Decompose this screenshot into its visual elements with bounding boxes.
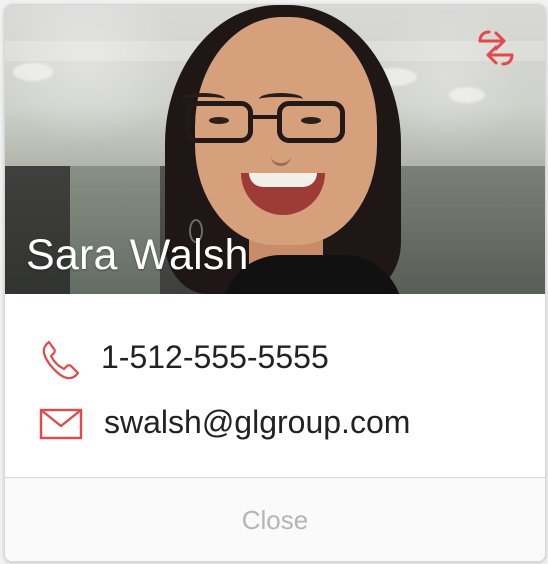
teeth — [249, 173, 317, 187]
left-eye — [209, 117, 229, 124]
glasses-bridge — [250, 115, 280, 119]
card-footer: Close — [5, 477, 545, 561]
mail-icon — [36, 399, 86, 449]
profile-photo: Sara Walsh — [5, 5, 545, 294]
switch-card-button[interactable] — [473, 25, 519, 71]
contact-card: Sara Walsh 1-512-555-5555 swalsh@glgroup… — [4, 4, 546, 562]
close-button[interactable]: Close — [5, 478, 545, 561]
phone-number: 1-512-555-5555 — [101, 339, 329, 375]
background-light — [449, 87, 485, 103]
nose — [271, 143, 291, 166]
profile-name: Sara Walsh — [26, 231, 249, 279]
contact-details: 1-512-555-5555 swalsh@glgroup.com — [5, 294, 545, 477]
phone-row[interactable]: 1-512-555-5555 — [5, 330, 545, 390]
email-address: swalsh@glgroup.com — [104, 404, 411, 440]
swap-arrows-icon — [473, 25, 519, 71]
phone-icon — [36, 335, 86, 385]
right-eye — [301, 117, 321, 124]
background-light — [13, 63, 53, 81]
email-row[interactable]: swalsh@glgroup.com — [5, 394, 545, 454]
